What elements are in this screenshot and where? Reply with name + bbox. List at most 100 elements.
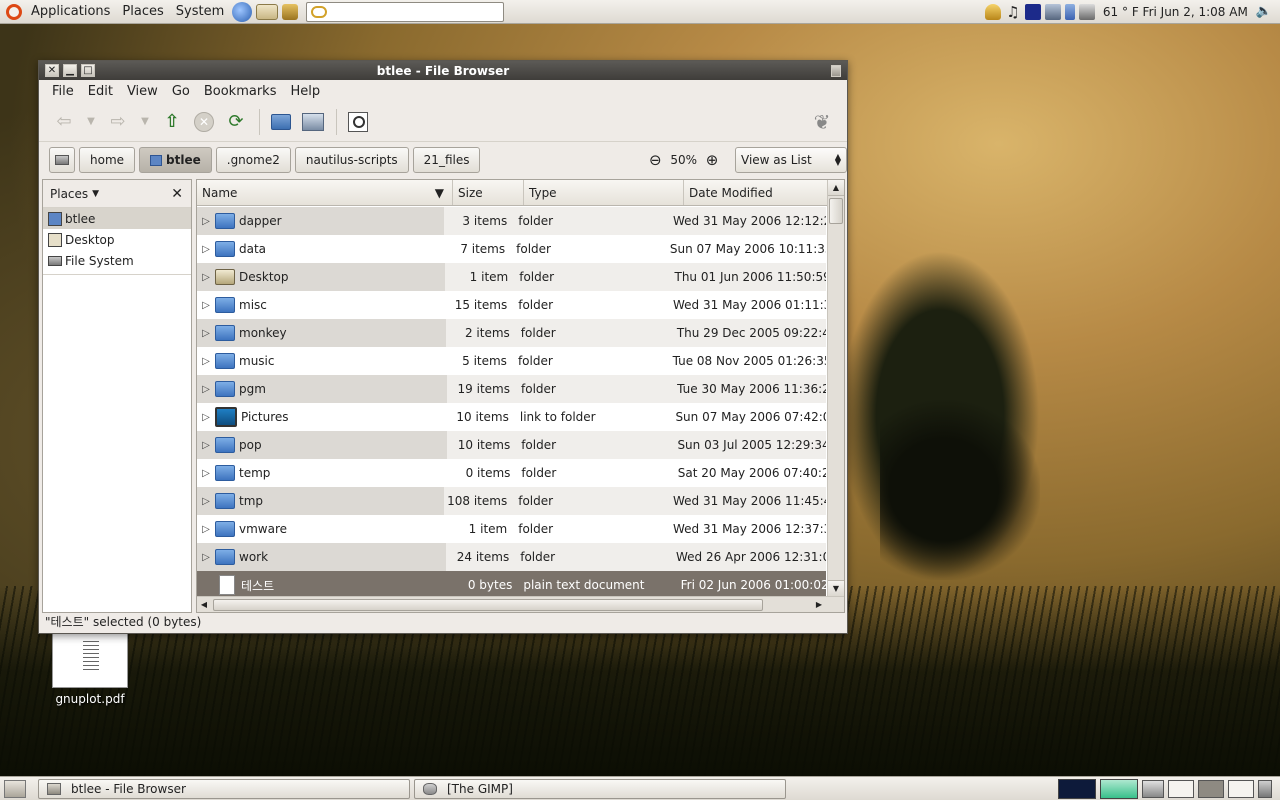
- chevron-down-icon[interactable]: ▼: [92, 189, 99, 199]
- messenger-launcher-icon[interactable]: [282, 3, 299, 20]
- expander-triangle-icon[interactable]: ▷: [197, 300, 215, 311]
- horizontal-scrollbar[interactable]: ◀ ▶: [197, 596, 844, 612]
- table-row[interactable]: ▷ tmp 108 items folder Wed 31 May 2006 11…: [197, 487, 826, 515]
- crumb-home[interactable]: home: [79, 147, 136, 173]
- sidebar-item-filesystem[interactable]: File System: [43, 250, 191, 271]
- expander-triangle-icon[interactable]: ▷: [197, 244, 215, 255]
- expander-triangle-icon[interactable]: ▷: [197, 496, 215, 507]
- desktop-file-gnuplot[interactable]: gnuplot.pdf: [40, 630, 140, 706]
- crumb-21-files[interactable]: 21_files: [412, 147, 481, 173]
- home-button[interactable]: [266, 107, 296, 137]
- trash-icon[interactable]: [1258, 779, 1272, 798]
- maximize-window-button[interactable]: □: [81, 64, 95, 77]
- table-row[interactable]: ▷ pgm 19 items folder Tue 30 May 2006 11:…: [197, 375, 826, 403]
- table-row[interactable]: ▷ monkey 2 items folder Thu 29 Dec 2005 0…: [197, 319, 826, 347]
- weather-icon[interactable]: [1078, 3, 1095, 20]
- up-button[interactable]: ⇧: [157, 107, 187, 137]
- sidebar-item-desktop[interactable]: Desktop: [43, 229, 191, 250]
- network-icon[interactable]: [1044, 3, 1061, 20]
- column-header-type[interactable]: Type: [524, 180, 684, 205]
- taskbar-item-gimp[interactable]: [The GIMP]: [414, 778, 786, 799]
- expander-triangle-icon[interactable]: ▷: [197, 216, 215, 227]
- view-mode-select[interactable]: View as List ▲ ▼: [735, 147, 847, 173]
- menu-file[interactable]: File: [45, 84, 81, 99]
- column-header-date[interactable]: Date Modified: [684, 180, 844, 205]
- column-header-size[interactable]: Size: [453, 180, 524, 205]
- menu-view[interactable]: View: [120, 84, 165, 99]
- search-button[interactable]: [343, 107, 373, 137]
- expander-triangle-icon[interactable]: ▷: [197, 328, 215, 339]
- window-titlebar[interactable]: ✕ ▁ □ btlee - File Browser: [39, 61, 847, 80]
- table-row[interactable]: ▷ Desktop 1 item folder Thu 01 Jun 2006 1…: [197, 263, 826, 291]
- table-row[interactable]: ▷ data 7 items folder Sun 07 May 2006 10:…: [197, 235, 826, 263]
- show-desktop-button[interactable]: [4, 779, 26, 798]
- menu-edit[interactable]: Edit: [81, 84, 120, 99]
- forward-button[interactable]: ⇨: [103, 107, 133, 137]
- clock[interactable]: 61 ° F Fri Jun 2, 1:08 AM: [1099, 5, 1252, 19]
- menu-applications[interactable]: Applications: [25, 4, 116, 19]
- menu-go[interactable]: Go: [165, 84, 197, 99]
- sidebar-title[interactable]: Places: [50, 187, 88, 201]
- menu-help[interactable]: Help: [283, 84, 327, 99]
- crumb-filesystem[interactable]: [49, 147, 75, 173]
- back-history-button[interactable]: ▼: [81, 107, 101, 137]
- table-row[interactable]: ▷ vmware 1 item folder Wed 31 May 2006 12…: [197, 515, 826, 543]
- taskbar-item-file-browser[interactable]: btlee - File Browser: [38, 778, 410, 799]
- memory-monitor-icon[interactable]: [1100, 778, 1138, 799]
- table-row[interactable]: ▷ dapper 3 items folder Wed 31 May 2006 1…: [197, 207, 826, 235]
- user-status-icon[interactable]: [984, 3, 1001, 20]
- expander-triangle-icon[interactable]: ▷: [197, 356, 215, 367]
- minimize-window-button[interactable]: ▁: [63, 64, 77, 77]
- crumb-btlee[interactable]: btlee: [139, 147, 212, 173]
- scroll-left-button[interactable]: ◀: [197, 598, 211, 612]
- expander-triangle-icon[interactable]: ▷: [197, 524, 215, 535]
- mail-launcher-icon[interactable]: [256, 3, 279, 20]
- table-row[interactable]: ▷ misc 15 items folder Wed 31 May 2006 01…: [197, 291, 826, 319]
- computer-button[interactable]: [298, 107, 328, 137]
- reload-button[interactable]: ⟳: [221, 107, 251, 137]
- table-row[interactable]: ▷ Pictures 10 items link to folder Sun 07…: [197, 403, 826, 431]
- crumb-nautilus-scripts[interactable]: nautilus-scripts: [294, 147, 409, 173]
- window-menu-icon[interactable]: [831, 64, 841, 77]
- scroll-right-button[interactable]: ▶: [812, 598, 826, 612]
- workspace-1[interactable]: [1168, 779, 1194, 798]
- expander-triangle-icon[interactable]: ▷: [197, 552, 215, 563]
- app-indicator-icon[interactable]: [1024, 3, 1041, 20]
- stop-button[interactable]: ✕: [189, 107, 219, 137]
- horizontal-scroll-thumb[interactable]: [213, 598, 763, 611]
- column-header-name[interactable]: Name ▼: [197, 180, 453, 205]
- menu-places[interactable]: Places: [116, 4, 169, 19]
- scroll-down-button[interactable]: ▼: [828, 580, 844, 596]
- web-browser-launcher-icon[interactable]: [232, 1, 253, 22]
- table-row[interactable]: ▷ pop 10 items folder Sun 03 Jul 2005 12:…: [197, 431, 826, 459]
- table-row[interactable]: ▷ temp 0 items folder Sat 20 May 2006 07:…: [197, 459, 826, 487]
- close-sidebar-button[interactable]: ✕: [171, 186, 183, 202]
- menu-bookmarks[interactable]: Bookmarks: [197, 84, 284, 99]
- workspace-2[interactable]: [1198, 779, 1224, 798]
- table-row[interactable]: ▷ music 5 items folder Tue 08 Nov 2005 01…: [197, 347, 826, 375]
- battery-icon[interactable]: [1142, 779, 1164, 798]
- deskbar-search-input[interactable]: [306, 1, 505, 22]
- sidebar-item-btlee[interactable]: btlee: [43, 208, 191, 229]
- zoom-level[interactable]: 50%: [670, 153, 697, 167]
- music-note-icon[interactable]: ♫: [1005, 4, 1021, 20]
- zoom-out-button[interactable]: ⊖: [646, 151, 664, 169]
- vertical-scroll-thumb[interactable]: [829, 198, 843, 224]
- expander-triangle-icon[interactable]: ▷: [197, 384, 215, 395]
- scroll-up-button[interactable]: ▲: [828, 180, 844, 196]
- vertical-scrollbar[interactable]: ▲ ▼: [827, 180, 844, 596]
- volume-icon[interactable]: 🔈: [1256, 4, 1272, 19]
- crumb-gnome2[interactable]: .gnome2: [215, 147, 291, 173]
- forward-history-button[interactable]: ▼: [135, 107, 155, 137]
- expander-triangle-icon[interactable]: ▷: [197, 412, 215, 423]
- expander-triangle-icon[interactable]: ▷: [197, 272, 215, 283]
- cpu-monitor-icon[interactable]: [1058, 778, 1096, 799]
- close-window-button[interactable]: ✕: [45, 64, 59, 77]
- table-row[interactable]: ▷ work 24 items folder Wed 26 Apr 2006 12…: [197, 543, 826, 571]
- bluetooth-icon[interactable]: [1064, 3, 1075, 20]
- menu-system[interactable]: System: [170, 4, 230, 19]
- zoom-in-button[interactable]: ⊕: [703, 151, 721, 169]
- workspace-3[interactable]: [1228, 779, 1254, 798]
- back-button[interactable]: ⇦: [49, 107, 79, 137]
- expander-triangle-icon[interactable]: ▷: [197, 440, 215, 451]
